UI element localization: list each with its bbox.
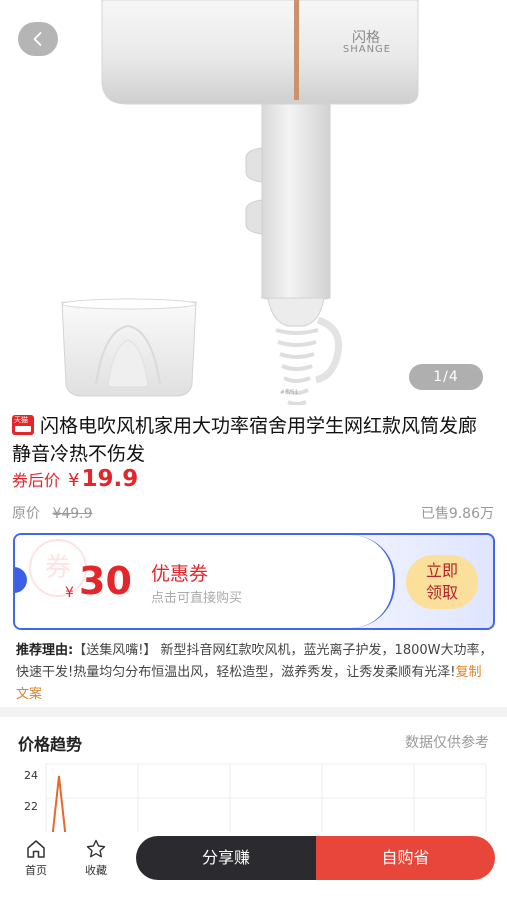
bottom-action-bar: 首页 收藏 分享赚 自购省 bbox=[0, 832, 507, 900]
price-label: 券后价 bbox=[12, 471, 61, 490]
home-icon bbox=[27, 840, 45, 858]
price-trend-chart: 24 22 bbox=[24, 763, 487, 840]
price-series-line bbox=[51, 775, 67, 840]
recommend-reason: 推荐理由:【送集风嘴!】 新型抖音网红款吹风机，蓝光离子护发，1800W大功率，… bbox=[16, 640, 494, 706]
back-button[interactable] bbox=[18, 22, 58, 56]
chart-grid bbox=[45, 763, 487, 840]
coupon-subtitle: 点击可直接购买 bbox=[151, 591, 243, 606]
coupon-price-row: 券后价 ¥ 19.9 bbox=[12, 466, 138, 492]
original-price-row: 原价 ¥49.9 已售9.86万 bbox=[12, 503, 494, 523]
tab-home[interactable]: 首页 bbox=[14, 838, 58, 878]
svg-text:#8/51: #8/51 bbox=[280, 389, 299, 396]
price-trend-note: 数据仅供参考 bbox=[405, 735, 489, 751]
product-title-text: 闪格电吹风机家用大功率宿舍用学生网红款风筒发廊静音冷热不伤发 bbox=[12, 415, 478, 465]
tab-favorite[interactable]: 收藏 bbox=[74, 838, 118, 878]
brand-en: SHANGE bbox=[343, 44, 391, 55]
coupon-title: 优惠券 bbox=[151, 563, 209, 585]
price-trend-title: 价格趋势 bbox=[18, 735, 83, 754]
coupon-ticket: 券 ¥ 30 优惠券 点击可直接购买 bbox=[15, 535, 395, 628]
image-pager: 1/4 bbox=[409, 364, 483, 390]
star-icon bbox=[86, 839, 106, 858]
self-buy-button[interactable]: 自购省 bbox=[316, 836, 495, 880]
price-currency: ¥ bbox=[68, 470, 80, 491]
claim-line-2: 领取 bbox=[425, 583, 458, 602]
claim-coupon-button[interactable]: 立即 领取 bbox=[406, 555, 478, 609]
chevron-left-icon bbox=[33, 32, 42, 46]
tab-favorite-label: 收藏 bbox=[85, 864, 107, 877]
recommend-text: 【送集风嘴!】 新型抖音网红款吹风机，蓝光离子护发，1800W大功率，快速干发!… bbox=[16, 643, 493, 680]
coupon-card[interactable]: 券 ¥ 30 优惠券 点击可直接购买 立即 领取 bbox=[13, 533, 495, 630]
y-tick-22: 22 bbox=[24, 800, 38, 813]
tmall-badge-icon: 天猫 bbox=[12, 415, 34, 435]
price-value: 19.9 bbox=[81, 466, 139, 492]
share-earn-button[interactable]: 分享赚 bbox=[136, 836, 316, 880]
product-title: 天猫 闪格电吹风机家用大功率宿舍用学生网红款风筒发廊静音冷热不伤发 bbox=[12, 412, 492, 468]
claim-line-1: 立即 bbox=[425, 561, 458, 580]
hair-dryer-image: 闪格 SHANGE #8/51 bbox=[61, 0, 419, 405]
y-tick-24: 24 bbox=[24, 769, 38, 782]
product-image-gallery[interactable]: 闪格 SHANGE #8/51 1/4 bbox=[0, 0, 507, 405]
original-price-label: 原价 bbox=[12, 506, 40, 522]
coupon-amount: 30 bbox=[79, 559, 132, 603]
sold-count: 已售9.86万 bbox=[420, 506, 494, 522]
original-price: ¥49.9 bbox=[52, 506, 93, 522]
recommend-label: 推荐理由: bbox=[16, 643, 74, 658]
coupon-currency: ¥ bbox=[65, 585, 74, 601]
tab-home-label: 首页 bbox=[25, 864, 47, 877]
section-divider bbox=[0, 707, 507, 717]
